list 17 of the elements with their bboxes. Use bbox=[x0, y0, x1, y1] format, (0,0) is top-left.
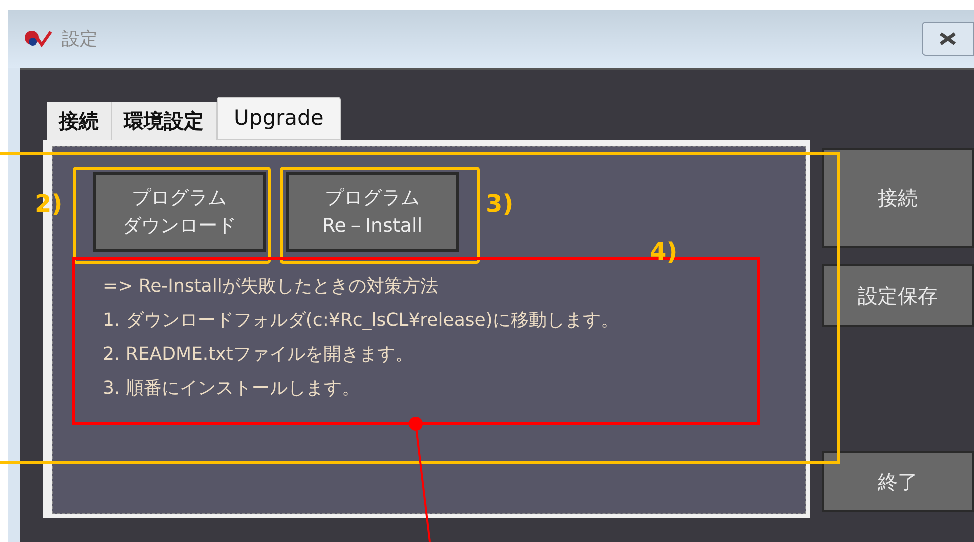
instruction-text: 2. README.txtファイルを開きます。 bbox=[103, 343, 414, 367]
instruction-text: 1. ダウンロードフォルダ(c:¥Rc_lsCL¥release)に移動します。 bbox=[103, 309, 620, 333]
window-title: 設定 bbox=[62, 28, 98, 52]
instruction-text: 3. 順番にインストールします。 bbox=[103, 377, 361, 401]
program-button[interactable]: プログラム Re－Install bbox=[286, 172, 459, 252]
close-icon bbox=[938, 32, 958, 46]
tab[interactable]: 接続 bbox=[47, 102, 112, 140]
annotation-label: 3) bbox=[486, 189, 514, 220]
instruction-text: => Re-Installが失敗したときの対策方法 bbox=[103, 275, 440, 299]
tab[interactable]: Upgrade bbox=[217, 97, 341, 140]
program-button[interactable]: プログラム ダウンロード bbox=[93, 172, 266, 252]
side-button[interactable]: 設定保存 bbox=[822, 264, 974, 327]
side-button[interactable]: 終了 bbox=[822, 451, 974, 512]
side-button[interactable]: 接続 bbox=[822, 148, 974, 248]
tab[interactable]: 環境設定 bbox=[112, 102, 217, 140]
logo-icon bbox=[24, 29, 52, 49]
close-button[interactable] bbox=[922, 22, 974, 56]
